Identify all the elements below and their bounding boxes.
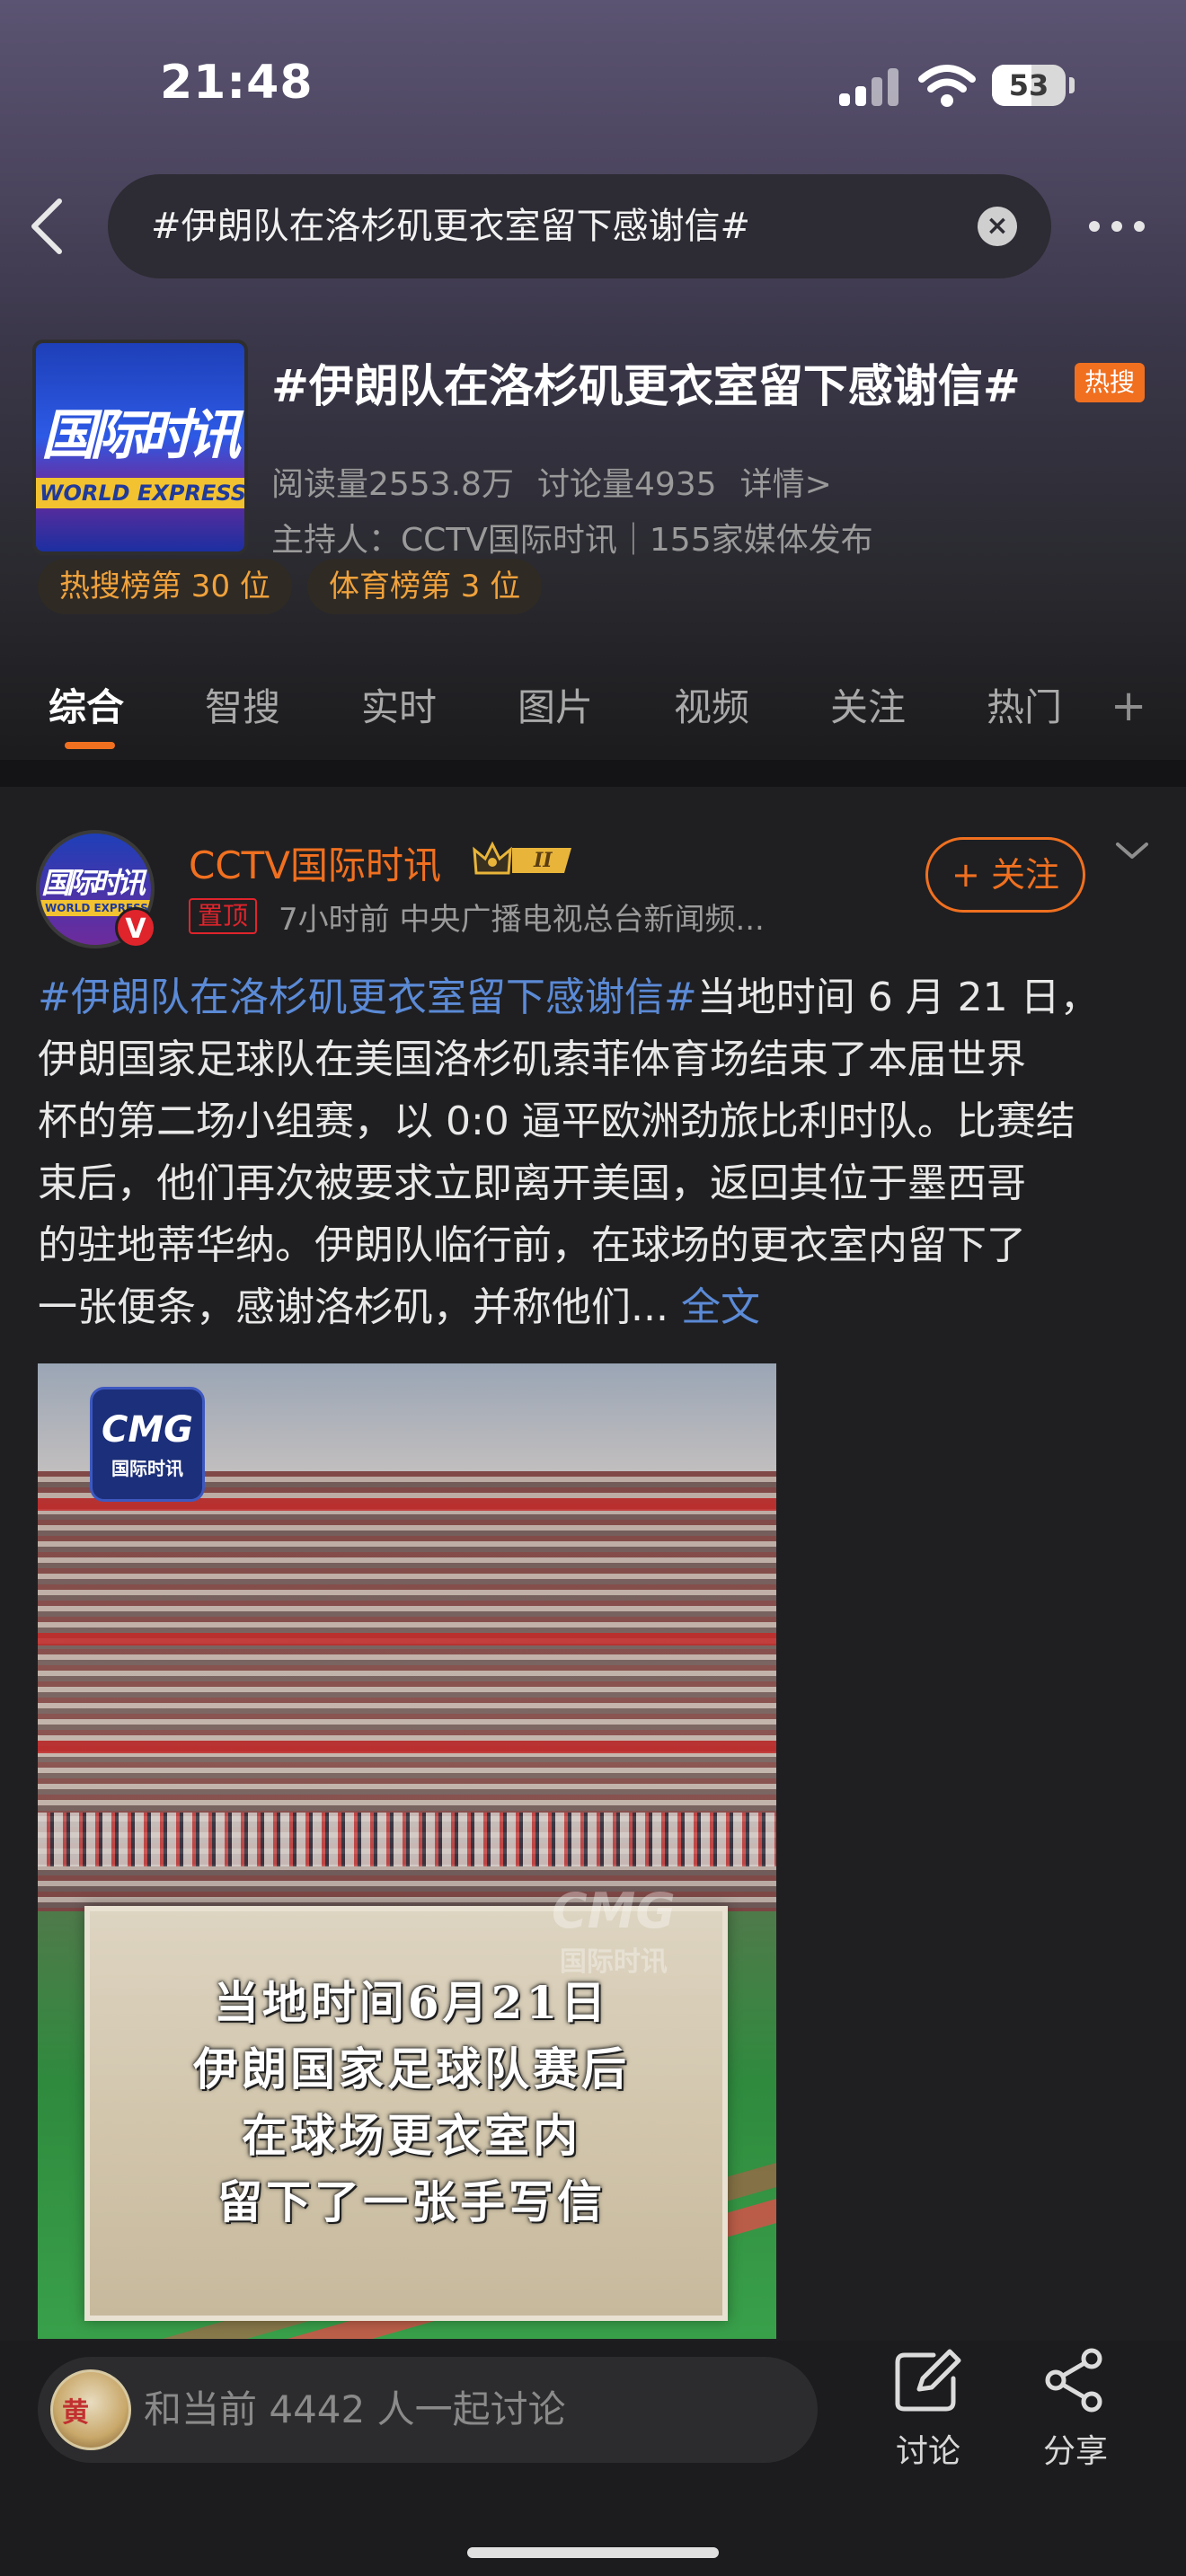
discussion-placeholder: 和当前 4442 人一起讨论 bbox=[144, 2387, 566, 2431]
discuss-label: 讨论 bbox=[895, 2433, 960, 2470]
post-body-line: 伊朗国家足球队在美国洛杉矶索菲体育场结束了本届世界 bbox=[38, 1037, 1026, 1082]
battery-icon: 53 bbox=[992, 65, 1075, 106]
cmg-logo: CMG 国际时讯 bbox=[90, 1387, 205, 1502]
post-meta: 7小时前 中央广播电视总台新闻频... bbox=[279, 902, 765, 938]
tab-realtime[interactable]: 实时 bbox=[361, 677, 437, 732]
post-hashtag[interactable]: #伊朗队在洛杉矶更衣室留下感谢信# bbox=[38, 975, 697, 1020]
tab-smart-search[interactable]: 智搜 bbox=[205, 677, 280, 732]
follow-button[interactable]: + 关注 bbox=[925, 837, 1085, 913]
details-link[interactable]: 详情> bbox=[740, 466, 832, 503]
topic-logo-subtext: WORLD EXPRESS bbox=[36, 478, 244, 508]
video-caption-line: 伊朗国家足球队赛后 bbox=[193, 2042, 630, 2095]
pinned-badge: 置顶 bbox=[189, 898, 258, 934]
compose-icon bbox=[895, 2349, 961, 2412]
home-indicator bbox=[467, 2547, 719, 2558]
section-divider bbox=[0, 760, 1186, 787]
watermark-text: CMG bbox=[552, 1883, 676, 1939]
search-input[interactable]: #伊朗队在洛杉矶更衣室留下感谢信# × bbox=[108, 174, 1051, 278]
member-level-text: II bbox=[533, 849, 553, 872]
user-avatar: 黄 bbox=[50, 2369, 131, 2450]
post-body-line: 束后，他们再次被要求立即离开美国，返回其位于墨西哥 bbox=[38, 1160, 1026, 1206]
topic-logo-text: 国际时讯 bbox=[41, 404, 241, 467]
watermark-subtext: 国际时讯 bbox=[559, 1946, 668, 1978]
verified-badge-icon: V bbox=[115, 907, 156, 948]
discuss-button[interactable]: 讨论 bbox=[870, 2348, 987, 2472]
add-tab-icon[interactable]: + bbox=[1111, 681, 1146, 731]
status-bar: 21:48 53 bbox=[0, 0, 1186, 171]
hot-search-badge: 热搜 bbox=[1075, 363, 1145, 402]
tab-following[interactable]: 关注 bbox=[830, 677, 906, 732]
topic-stats: 阅读量2553.8万 讨论量4935 详情> bbox=[271, 458, 855, 505]
share-label: 分享 bbox=[1042, 2433, 1108, 2470]
topic-logo[interactable]: 国际时讯 WORLD EXPRESS bbox=[32, 340, 248, 555]
author-name[interactable]: CCTV国际时讯 bbox=[189, 835, 441, 890]
video-caption-line: 在球场更衣室内 bbox=[242, 2109, 581, 2162]
author-avatar-text: 国际时讯 bbox=[41, 866, 146, 900]
more-options-icon[interactable] bbox=[1085, 210, 1148, 243]
back-arrow-icon[interactable] bbox=[25, 196, 68, 257]
chevron-down-icon[interactable] bbox=[1112, 834, 1152, 869]
post-body-line: 杯的第二场小组赛，以 0:0 逼平欧洲劲旅比利时队。比赛结 bbox=[38, 1098, 1075, 1144]
wifi-icon bbox=[918, 65, 976, 107]
post-body: #伊朗队在洛杉矶更衣室留下感谢信#当地时间 6 月 21 日， 伊朗国家足球队在… bbox=[38, 966, 1152, 1338]
hot-search-rank-pill[interactable]: 热搜榜第 30 位 bbox=[38, 559, 292, 614]
active-tab-indicator bbox=[65, 742, 115, 749]
tab-videos[interactable]: 视频 bbox=[674, 677, 749, 732]
post-body-line: 的驻地蒂华纳。伊朗队临行前，在球场的更衣室内留下了 bbox=[38, 1222, 1026, 1268]
sports-rank-pill[interactable]: 体育榜第 3 位 bbox=[307, 559, 543, 614]
video-thumbnail[interactable]: CMG 国际时讯 当地时间6月21日 伊朗国家足球队赛后 在球场更衣室内 留下了… bbox=[38, 1363, 776, 2339]
cmg-watermark: CMG 国际时讯 bbox=[552, 1883, 676, 1979]
status-time: 21:48 bbox=[160, 56, 314, 110]
video-caption-line: 留下了一张手写信 bbox=[217, 2175, 606, 2228]
topic-title: #伊朗队在洛杉矶更衣室留下感谢信# bbox=[271, 360, 1021, 412]
post-body-line: 当地时间 6 月 21 日， bbox=[696, 975, 1100, 1020]
member-level-icon: II bbox=[473, 841, 571, 875]
share-button[interactable]: 分享 bbox=[1017, 2348, 1134, 2472]
share-icon bbox=[1045, 2348, 1102, 2413]
expand-full-text-link[interactable]: 全文 bbox=[681, 1284, 760, 1330]
battery-level: 53 bbox=[1008, 68, 1049, 102]
post-body-line: 一张便条，感谢洛杉矶，并称他们... bbox=[38, 1284, 668, 1330]
players-lineup bbox=[38, 1813, 776, 1866]
search-query-text: #伊朗队在洛杉矶更衣室留下感谢信# bbox=[151, 206, 751, 247]
stand-banner bbox=[38, 1741, 776, 1753]
cmg-logo-text: CMG bbox=[102, 1409, 193, 1451]
cmg-logo-subtext: 国际时讯 bbox=[111, 1458, 183, 1479]
tab-popular[interactable]: 热门 bbox=[987, 677, 1062, 732]
topic-tabs: 综合 智搜 实时 图片 视频 关注 热门 + bbox=[0, 665, 1186, 749]
cellular-signal-icon bbox=[839, 68, 898, 106]
tab-images[interactable]: 图片 bbox=[518, 677, 593, 732]
topic-host[interactable]: 主持人：CCTV国际时讯｜155家媒体发布 bbox=[271, 514, 873, 560]
tab-comprehensive[interactable]: 综合 bbox=[49, 677, 124, 732]
user-avatar-text: 黄 bbox=[62, 2397, 89, 2429]
read-count: 阅读量2553.8万 bbox=[271, 466, 514, 503]
clear-search-icon[interactable]: × bbox=[978, 207, 1017, 246]
stand-banner bbox=[38, 1633, 776, 1645]
discussion-input[interactable]: 黄 和当前 4442 人一起讨论 bbox=[38, 2357, 818, 2463]
discussion-count: 讨论量4935 bbox=[536, 466, 717, 503]
